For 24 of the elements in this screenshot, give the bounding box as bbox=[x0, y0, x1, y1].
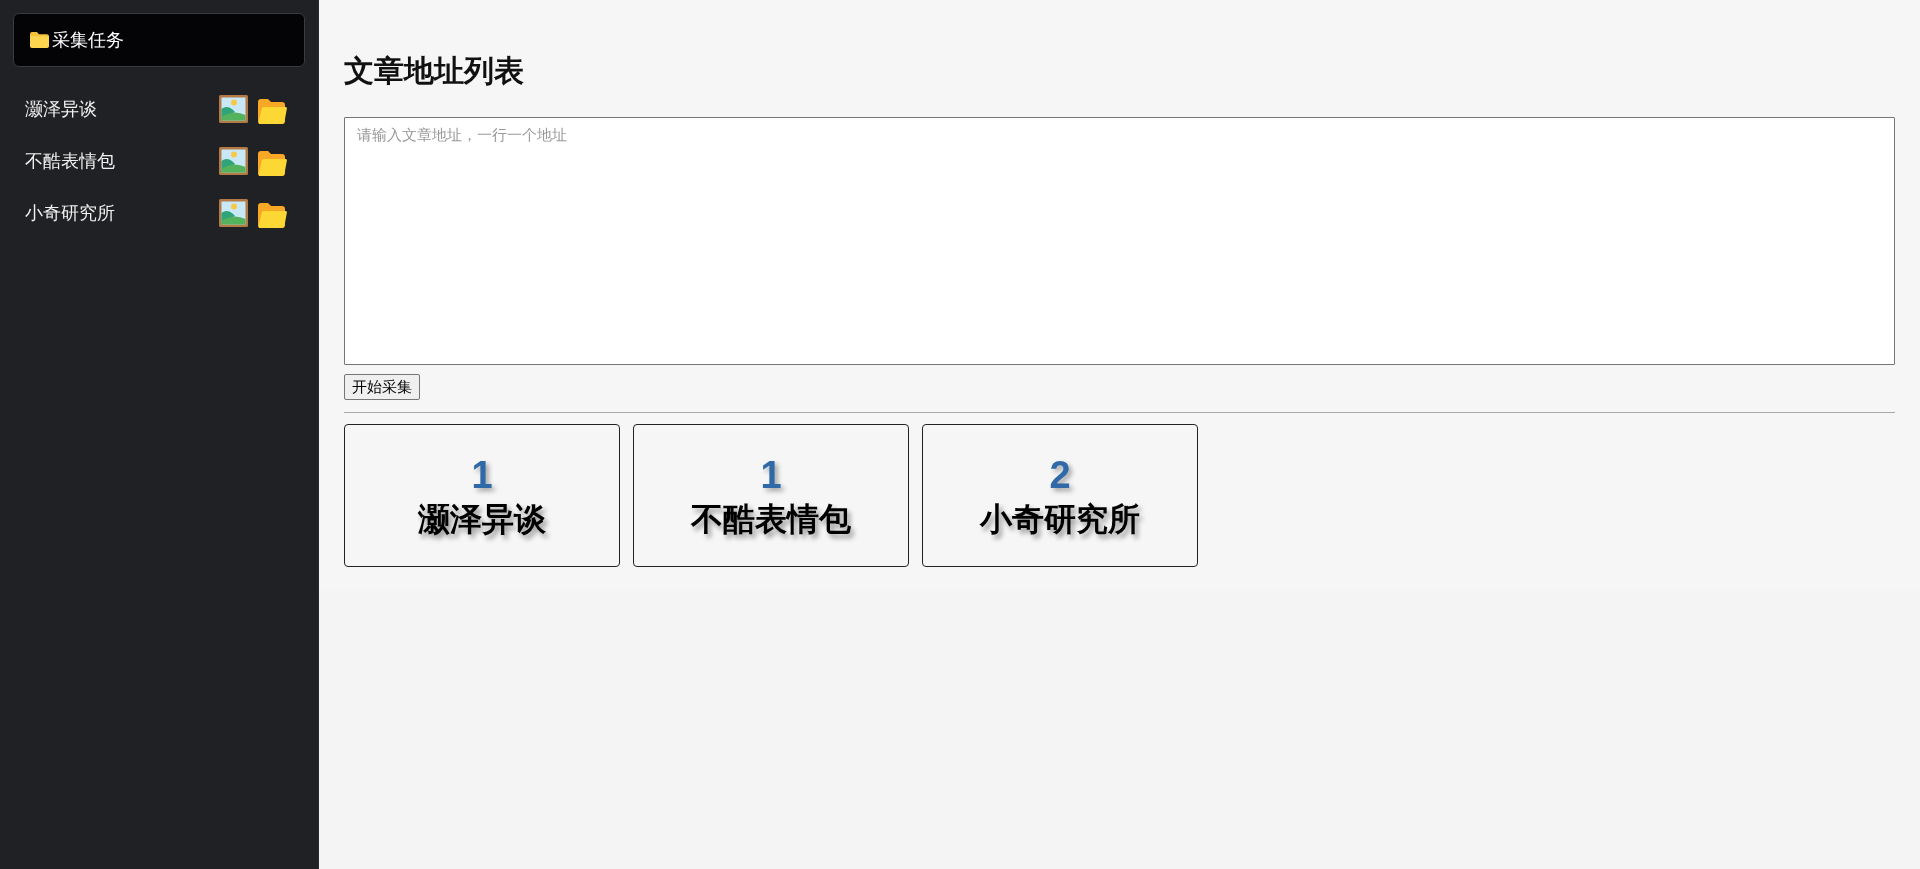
account-card[interactable]: 2 小奇研究所 bbox=[922, 424, 1198, 567]
folder-icon bbox=[30, 32, 49, 48]
article-count: 1 bbox=[471, 453, 493, 496]
folder-icon[interactable] bbox=[258, 150, 287, 176]
card-title: 不酷表情包 bbox=[691, 499, 851, 538]
account-card[interactable]: 1 灏泽异谈 bbox=[344, 424, 620, 567]
picture-icon[interactable] bbox=[219, 147, 248, 175]
picture-icon[interactable] bbox=[219, 95, 248, 123]
start-button[interactable]: 开始采集 bbox=[344, 374, 420, 400]
picture-icon[interactable] bbox=[219, 199, 248, 227]
url-input[interactable]: 请输入文章地址，一行一个地址 bbox=[344, 117, 1895, 365]
task-header[interactable]: 采集任务 bbox=[13, 13, 305, 67]
folder-icon[interactable] bbox=[258, 202, 287, 228]
account-card[interactable]: 1 不酷表情包 bbox=[633, 424, 909, 567]
task-name[interactable]: 灏泽异谈 bbox=[25, 97, 97, 121]
article-count: 1 bbox=[760, 453, 782, 496]
folder-icon[interactable] bbox=[258, 98, 287, 124]
header-title: 采集任务 bbox=[52, 28, 124, 52]
card-title: 灏泽异谈 bbox=[418, 499, 546, 538]
task-name[interactable]: 小奇研究所 bbox=[25, 201, 115, 225]
card-title: 小奇研究所 bbox=[980, 499, 1140, 538]
task-name[interactable]: 不酷表情包 bbox=[25, 149, 115, 173]
article-count: 2 bbox=[1049, 453, 1071, 496]
page-title: 文章地址列表 bbox=[344, 53, 525, 89]
